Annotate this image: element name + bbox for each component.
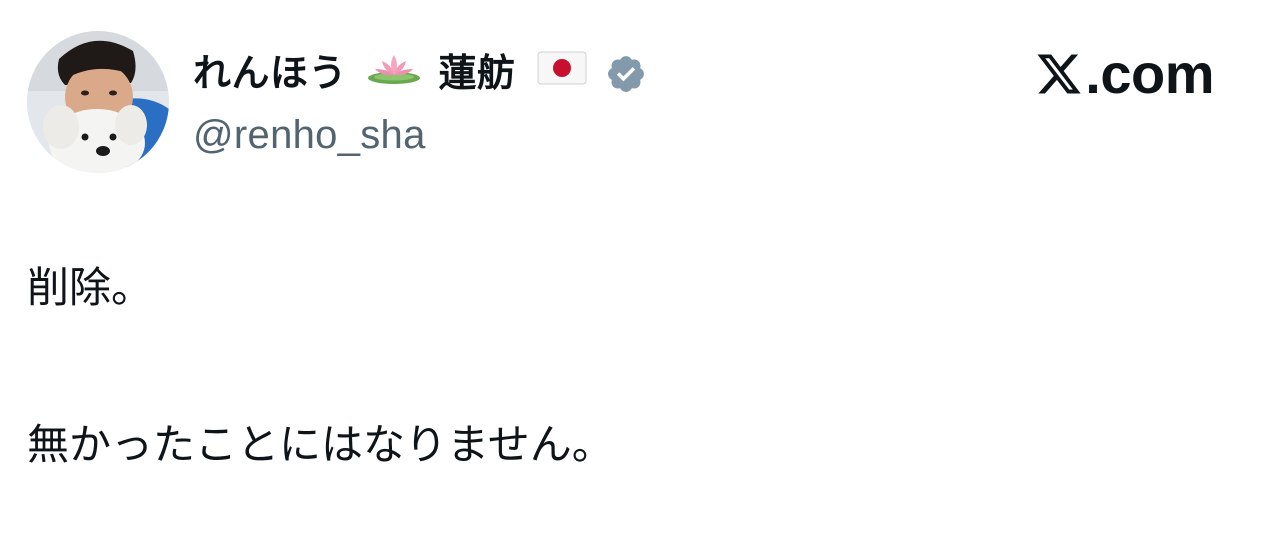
japan-flag-icon [537, 42, 587, 102]
avatar[interactable] [27, 31, 169, 173]
author-handle[interactable]: @renho_sha [193, 110, 426, 160]
lotus-icon [367, 42, 421, 102]
verified-badge-icon [605, 53, 647, 95]
author-name-row[interactable]: れんほう 蓮舫 [193, 44, 647, 104]
display-name-prefix: れんほう [193, 50, 348, 95]
tweet-text-line-2: 無かったことにはなりません。 [27, 420, 614, 469]
site-brand[interactable]: .com [1035, 44, 1214, 104]
site-label: .com [1085, 42, 1214, 105]
display-name-suffix: 蓮舫 [438, 50, 516, 95]
avatar-photo [27, 31, 169, 173]
tweet-text-line-1: 削除。 [27, 263, 154, 312]
x-logo-icon [1035, 50, 1083, 98]
display-name[interactable]: れんほう 蓮舫 [193, 43, 587, 106]
